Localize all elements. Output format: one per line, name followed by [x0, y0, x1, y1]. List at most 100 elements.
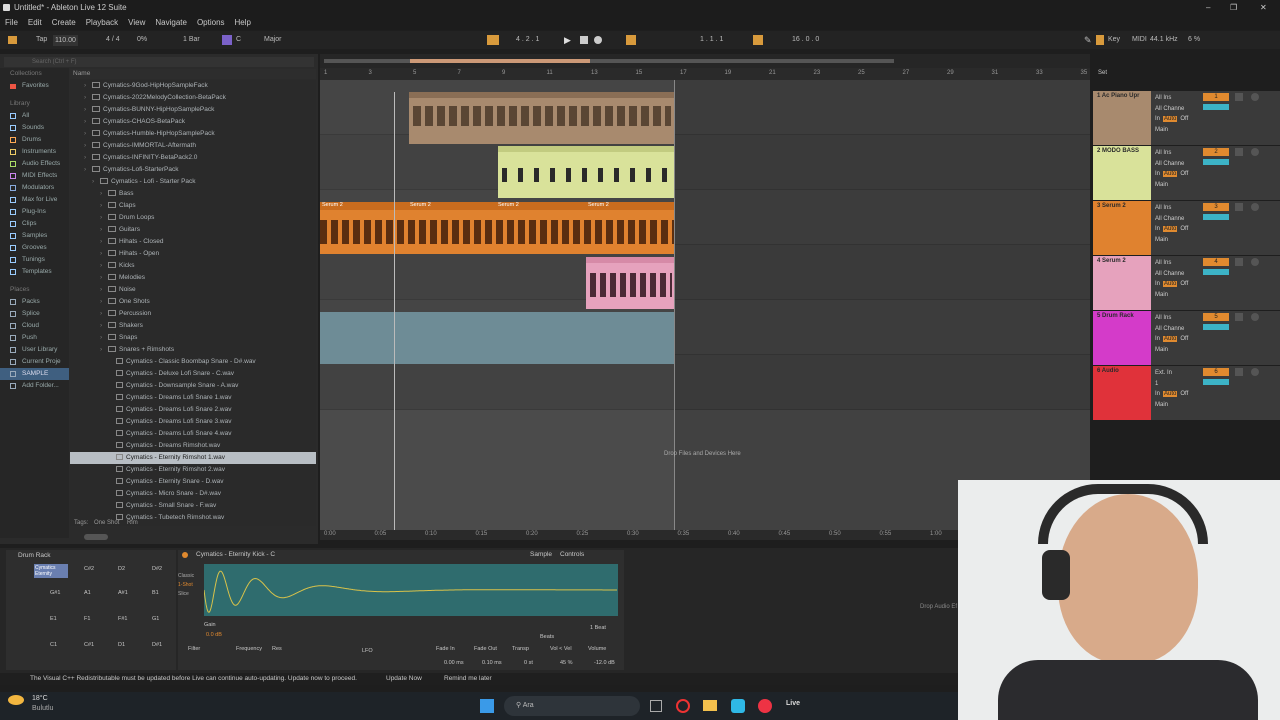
browser-row[interactable]: › Kicks	[70, 260, 316, 272]
monitor-off[interactable]: Off	[1180, 336, 1188, 342]
weather-temp[interactable]: 18°C	[32, 695, 48, 702]
expand-arrow-icon[interactable]: ›	[100, 308, 108, 320]
tab-sample[interactable]: Sample	[530, 551, 552, 558]
drum-pad[interactable]: G#1	[50, 590, 60, 596]
midi-clip-serum[interactable]: Serum 2 Serum 2 Serum 2 Serum 2	[320, 202, 675, 254]
taskbar-search[interactable]: ⚲ Ara	[504, 696, 640, 716]
scale-select[interactable]: Major	[264, 31, 282, 49]
browser-row[interactable]: › Cymatics-Lofi-StarterPack	[70, 164, 316, 176]
loop-length[interactable]: 16 . 0 . 0	[792, 31, 819, 49]
volume-meter[interactable]	[1203, 379, 1229, 385]
key-map-label[interactable]: Key	[1108, 31, 1120, 49]
drum-pad[interactable]: D#1	[152, 642, 162, 648]
browser-row[interactable]: Cymatics - Micro Snare - D#.wav	[70, 488, 316, 500]
remind-later-button[interactable]: Remind me later	[444, 673, 492, 685]
menu-item[interactable]: Help	[230, 16, 256, 30]
browser-row[interactable]: › One Shots	[70, 296, 316, 308]
input-type-select[interactable]: All Ins	[1155, 148, 1199, 159]
drum-pad[interactable]: C#1	[84, 642, 94, 648]
menu-item[interactable]: File	[0, 16, 23, 30]
expand-arrow-icon[interactable]: ›	[84, 140, 92, 152]
arm-icon[interactable]	[1251, 203, 1259, 211]
arm-icon[interactable]	[1251, 258, 1259, 266]
drum-pad[interactable]: C#2	[84, 566, 94, 572]
browser-row[interactable]: › Guitars	[70, 224, 316, 236]
monitor-auto[interactable]: Auto	[1163, 336, 1178, 342]
expand-arrow-icon[interactable]: ›	[84, 128, 92, 140]
monitor-auto[interactable]: Auto	[1163, 391, 1178, 397]
browser-row[interactable]: › Melodies	[70, 272, 316, 284]
sidebar-item-place[interactable]: Cloud	[0, 320, 69, 332]
edge-icon[interactable]	[731, 699, 745, 713]
track-header[interactable]: 5 Drum Rack All Ins All Channe In Auto Off Mai…	[1093, 311, 1280, 365]
follow-icon[interactable]	[487, 35, 499, 45]
browser-row[interactable]: › Snaps	[70, 332, 316, 344]
expand-arrow-icon[interactable]: ›	[100, 236, 108, 248]
chrome-icon[interactable]	[758, 699, 772, 713]
monitor-in[interactable]: In	[1155, 281, 1160, 287]
volume-meter[interactable]	[1203, 214, 1229, 220]
expand-arrow-icon[interactable]: ›	[100, 188, 108, 200]
browser-row[interactable]: Cymatics - Eternity Rimshot 2.wav	[70, 464, 316, 476]
vol-vel-value[interactable]: 45 %	[560, 660, 573, 666]
browser-row[interactable]: › Shakers	[70, 320, 316, 332]
track-name-area[interactable]: 2 MODO BASS	[1093, 146, 1151, 200]
track-activator[interactable]: 3	[1203, 203, 1229, 211]
browser-row[interactable]: Cymatics - Classic Boombap Snare - D#.wa…	[70, 356, 316, 368]
sidebar-item-place[interactable]: SAMPLE	[0, 368, 69, 380]
sidebar-item-library[interactable]: MIDI Effects	[0, 170, 69, 182]
drum-pad[interactable]: F1	[84, 616, 90, 622]
browser-row[interactable]: Cymatics - Small Snare - F.wav	[70, 500, 316, 512]
overview-bar[interactable]	[320, 54, 1090, 68]
track-header[interactable]: 2 MODO BASS All Ins All Channe In Auto Off Mai…	[1093, 146, 1280, 200]
input-channel-select[interactable]: All Channe	[1155, 104, 1199, 115]
scale-icon[interactable]	[222, 35, 232, 45]
browser-search-input[interactable]: Search (Ctrl + F)	[4, 57, 314, 67]
sidebar-item-library[interactable]: Tunings	[0, 254, 69, 266]
arm-icon[interactable]	[1251, 93, 1259, 101]
browser-row[interactable]: Cymatics - Dreams Rimshot.wav	[70, 440, 316, 452]
drum-pad[interactable]: D#2	[152, 566, 162, 572]
track-activator[interactable]: 5	[1203, 313, 1229, 321]
input-type-select[interactable]: All Ins	[1155, 258, 1199, 269]
arm-icon[interactable]	[1251, 368, 1259, 376]
output-select[interactable]: Main	[1155, 345, 1199, 356]
set-button[interactable]: Set	[1098, 70, 1107, 76]
track-name-area[interactable]: 5 Drum Rack	[1093, 311, 1151, 365]
monitor-auto[interactable]: Auto	[1163, 171, 1178, 177]
drum-pad[interactable]: E1	[50, 616, 57, 622]
browser-row[interactable]: › Cymatics-Humble-HipHopSamplePack	[70, 128, 316, 140]
track-name-area[interactable]: 1 Ac Piano Upr	[1093, 91, 1151, 145]
track-name-area[interactable]: 6 Audio	[1093, 366, 1151, 420]
drum-pad[interactable]: B1	[152, 590, 159, 596]
arrangement-view[interactable]: Serum 2 Serum 2 Serum 2 Serum 2 Drop Fil…	[320, 80, 1090, 532]
fade-out-value[interactable]: 0.10 ms	[482, 660, 502, 666]
input-channel-select[interactable]: All Channe	[1155, 269, 1199, 280]
monitor-in[interactable]: In	[1155, 391, 1160, 397]
midi-clip-bass[interactable]	[498, 146, 675, 198]
drum-pad[interactable]: D2	[118, 566, 125, 572]
monitor-off[interactable]: Off	[1180, 391, 1188, 397]
beat-ruler[interactable]: 1 3 5 7 9 11 13 15 17 19 21 23 25 27 29 31 33 35	[320, 68, 1090, 80]
automation-arm-icon[interactable]	[626, 35, 636, 45]
browser-row[interactable]: › Claps	[70, 200, 316, 212]
expand-arrow-icon[interactable]: ›	[100, 224, 108, 236]
drum-pad[interactable]: G1	[152, 616, 159, 622]
solo-icon[interactable]	[1235, 258, 1243, 266]
record-icon[interactable]	[594, 36, 602, 44]
quantize-select[interactable]: 1 Bar	[183, 31, 200, 49]
monitor-auto[interactable]: Auto	[1163, 226, 1178, 232]
menu-item[interactable]: Playback	[81, 16, 123, 30]
volume-meter[interactable]	[1203, 269, 1229, 275]
minimize-icon[interactable]: –	[1206, 0, 1210, 16]
name-column-header[interactable]: Name	[70, 69, 316, 79]
track-header[interactable]: 1 Ac Piano Upr All Ins All Channe In Auto Off…	[1093, 91, 1280, 145]
expand-arrow-icon[interactable]: ›	[84, 92, 92, 104]
browser-row[interactable]: Cymatics - Eternity Snare - D.wav	[70, 476, 316, 488]
expand-arrow-icon[interactable]: ›	[84, 116, 92, 128]
track-header[interactable]: 3 Serum 2 All Ins All Channe In Auto Off Main 3	[1093, 201, 1280, 255]
browser-row[interactable]: Cymatics - Eternity Rimshot 1.wav	[70, 452, 316, 464]
sidebar-item-library[interactable]: Instruments	[0, 146, 69, 158]
browser-row[interactable]: › Bass	[70, 188, 316, 200]
arm-icon[interactable]	[1251, 313, 1259, 321]
